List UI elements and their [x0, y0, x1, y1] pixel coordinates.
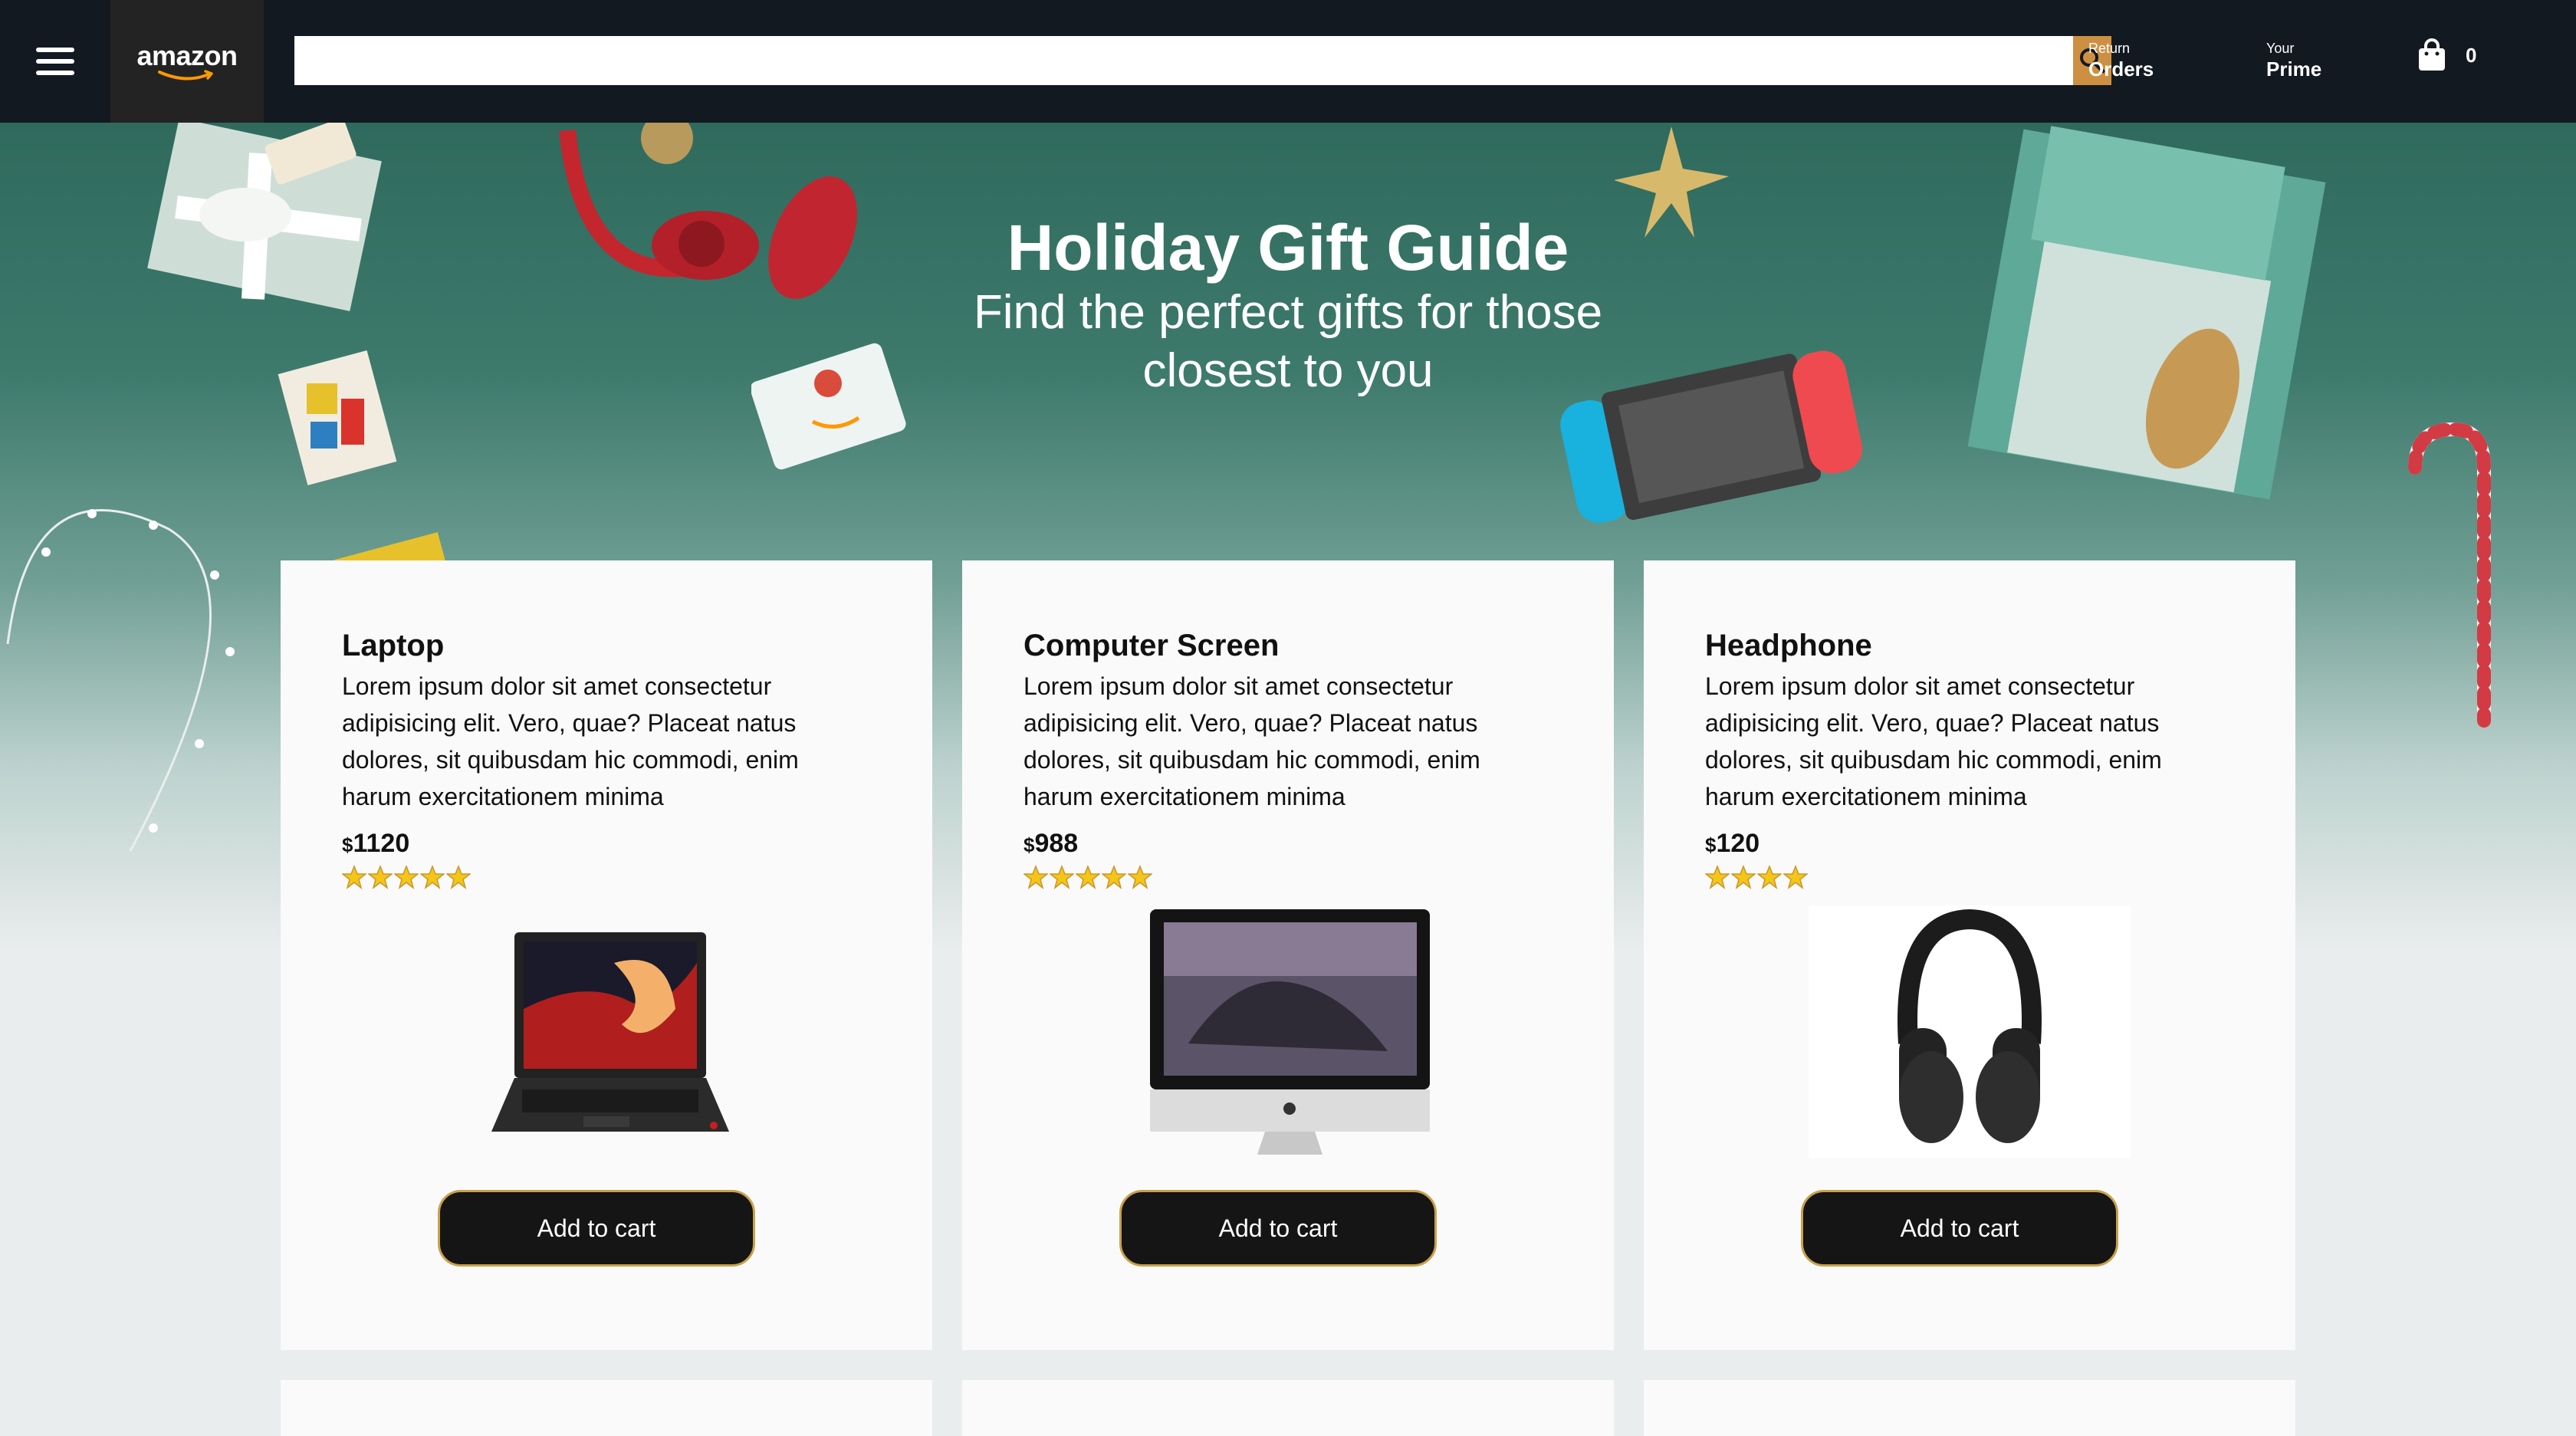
price-amount: 120 [1716, 829, 1760, 858]
hero-title: Holiday Gift Guide [1007, 212, 1569, 284]
product-description: Lorem ipsum dolor sit amet consectetur a… [342, 672, 799, 810]
star-icon [1731, 865, 1756, 889]
star-icon [1128, 865, 1152, 889]
product-price: $988 [1024, 829, 1552, 859]
price-currency: $ [1705, 833, 1717, 856]
product-price: $120 [1705, 829, 2234, 859]
search-input[interactable] [294, 36, 2073, 85]
product-title: Computer Screen [1024, 629, 1280, 662]
gift-card-icon [751, 343, 906, 470]
product-card-partial [1644, 1380, 2295, 1436]
amazon-logo[interactable]: amazon [110, 0, 264, 123]
basket-button[interactable]: 0 [2417, 38, 2476, 72]
star-icon [342, 865, 366, 889]
star-icon [1024, 865, 1048, 889]
search-bar [294, 36, 2111, 85]
nav-orders-line2: Orders [2088, 58, 2154, 81]
nav-prime-line2: Prime [2266, 58, 2322, 81]
laptop-icon [491, 932, 729, 1132]
product-title: Headphone [1705, 629, 1872, 662]
add-to-cart-button[interactable]: Add to cart [1119, 1190, 1437, 1267]
price-amount: 988 [1034, 829, 1079, 858]
product-card-partial [281, 1380, 932, 1436]
shopping-bag-icon [2419, 38, 2445, 71]
product-card: Laptop Lorem ipsum dolor sit amet consec… [281, 560, 932, 1350]
star-icon [368, 865, 393, 889]
monitor-icon [1150, 909, 1430, 1155]
headphone-icon [1809, 905, 2131, 1158]
nav-sign-in[interactable]: Hello Sign In [1912, 40, 1979, 81]
star-icon [1783, 865, 1808, 889]
add-to-cart-button[interactable]: Add to cart [438, 1190, 755, 1267]
price-currency: $ [342, 833, 353, 856]
candy-cane-icon [2408, 422, 2491, 728]
star-icon [446, 865, 471, 889]
star-icon [394, 865, 419, 889]
product-card: Headphone Lorem ipsum dolor sit amet con… [1644, 560, 2295, 1350]
product-card: Computer Screen Lorem ipsum dolor sit am… [962, 560, 1614, 1350]
price-amount: 1120 [353, 829, 410, 858]
star-icon [1050, 865, 1074, 889]
product-image [281, 905, 932, 1158]
top-header: amazon Hello Sign In Return Orders Your … [0, 0, 2576, 123]
star-icon [1102, 865, 1126, 889]
star-icon [1757, 865, 1782, 889]
open-gift-box-icon [1967, 126, 2326, 500]
product-image [1644, 905, 2295, 1158]
product-card-partial [962, 1380, 1614, 1436]
product-description: Lorem ipsum dolor sit amet consectetur a… [1024, 672, 1480, 810]
star-icon [420, 865, 445, 889]
nav-sign-in-line2: Sign In [1912, 58, 1979, 81]
ornament-icon [641, 123, 693, 164]
star-icon [1705, 865, 1730, 889]
product-description: Lorem ipsum dolor sit amet consectetur a… [1705, 672, 2162, 810]
hero-subtitle: Find the perfect gifts for those closest… [973, 286, 1603, 397]
add-to-cart-button[interactable]: Add to cart [1801, 1190, 2118, 1267]
nav-sign-in-line1: Hello [1912, 41, 1944, 56]
product-image [962, 905, 1614, 1158]
nav-prime-line1: Your [2266, 41, 2295, 56]
product-rating [342, 865, 871, 889]
logo-text: amazon [136, 40, 238, 71]
product-rating [1705, 865, 2234, 889]
string-lights-icon [6, 509, 235, 852]
product-rating [1024, 865, 1552, 889]
basket-count: 0 [2466, 43, 2477, 67]
nav-orders-line1: Return [2088, 41, 2131, 56]
nav-orders[interactable]: Return Orders [2088, 40, 2154, 81]
price-currency: $ [1024, 833, 1035, 856]
hamburger-menu-icon[interactable] [0, 0, 110, 123]
star-icon [1076, 865, 1100, 889]
logo-smile-icon [156, 70, 218, 83]
product-title: Laptop [342, 629, 445, 662]
product-price: $1120 [342, 829, 871, 859]
nav-prime[interactable]: Your Prime [2266, 40, 2321, 81]
